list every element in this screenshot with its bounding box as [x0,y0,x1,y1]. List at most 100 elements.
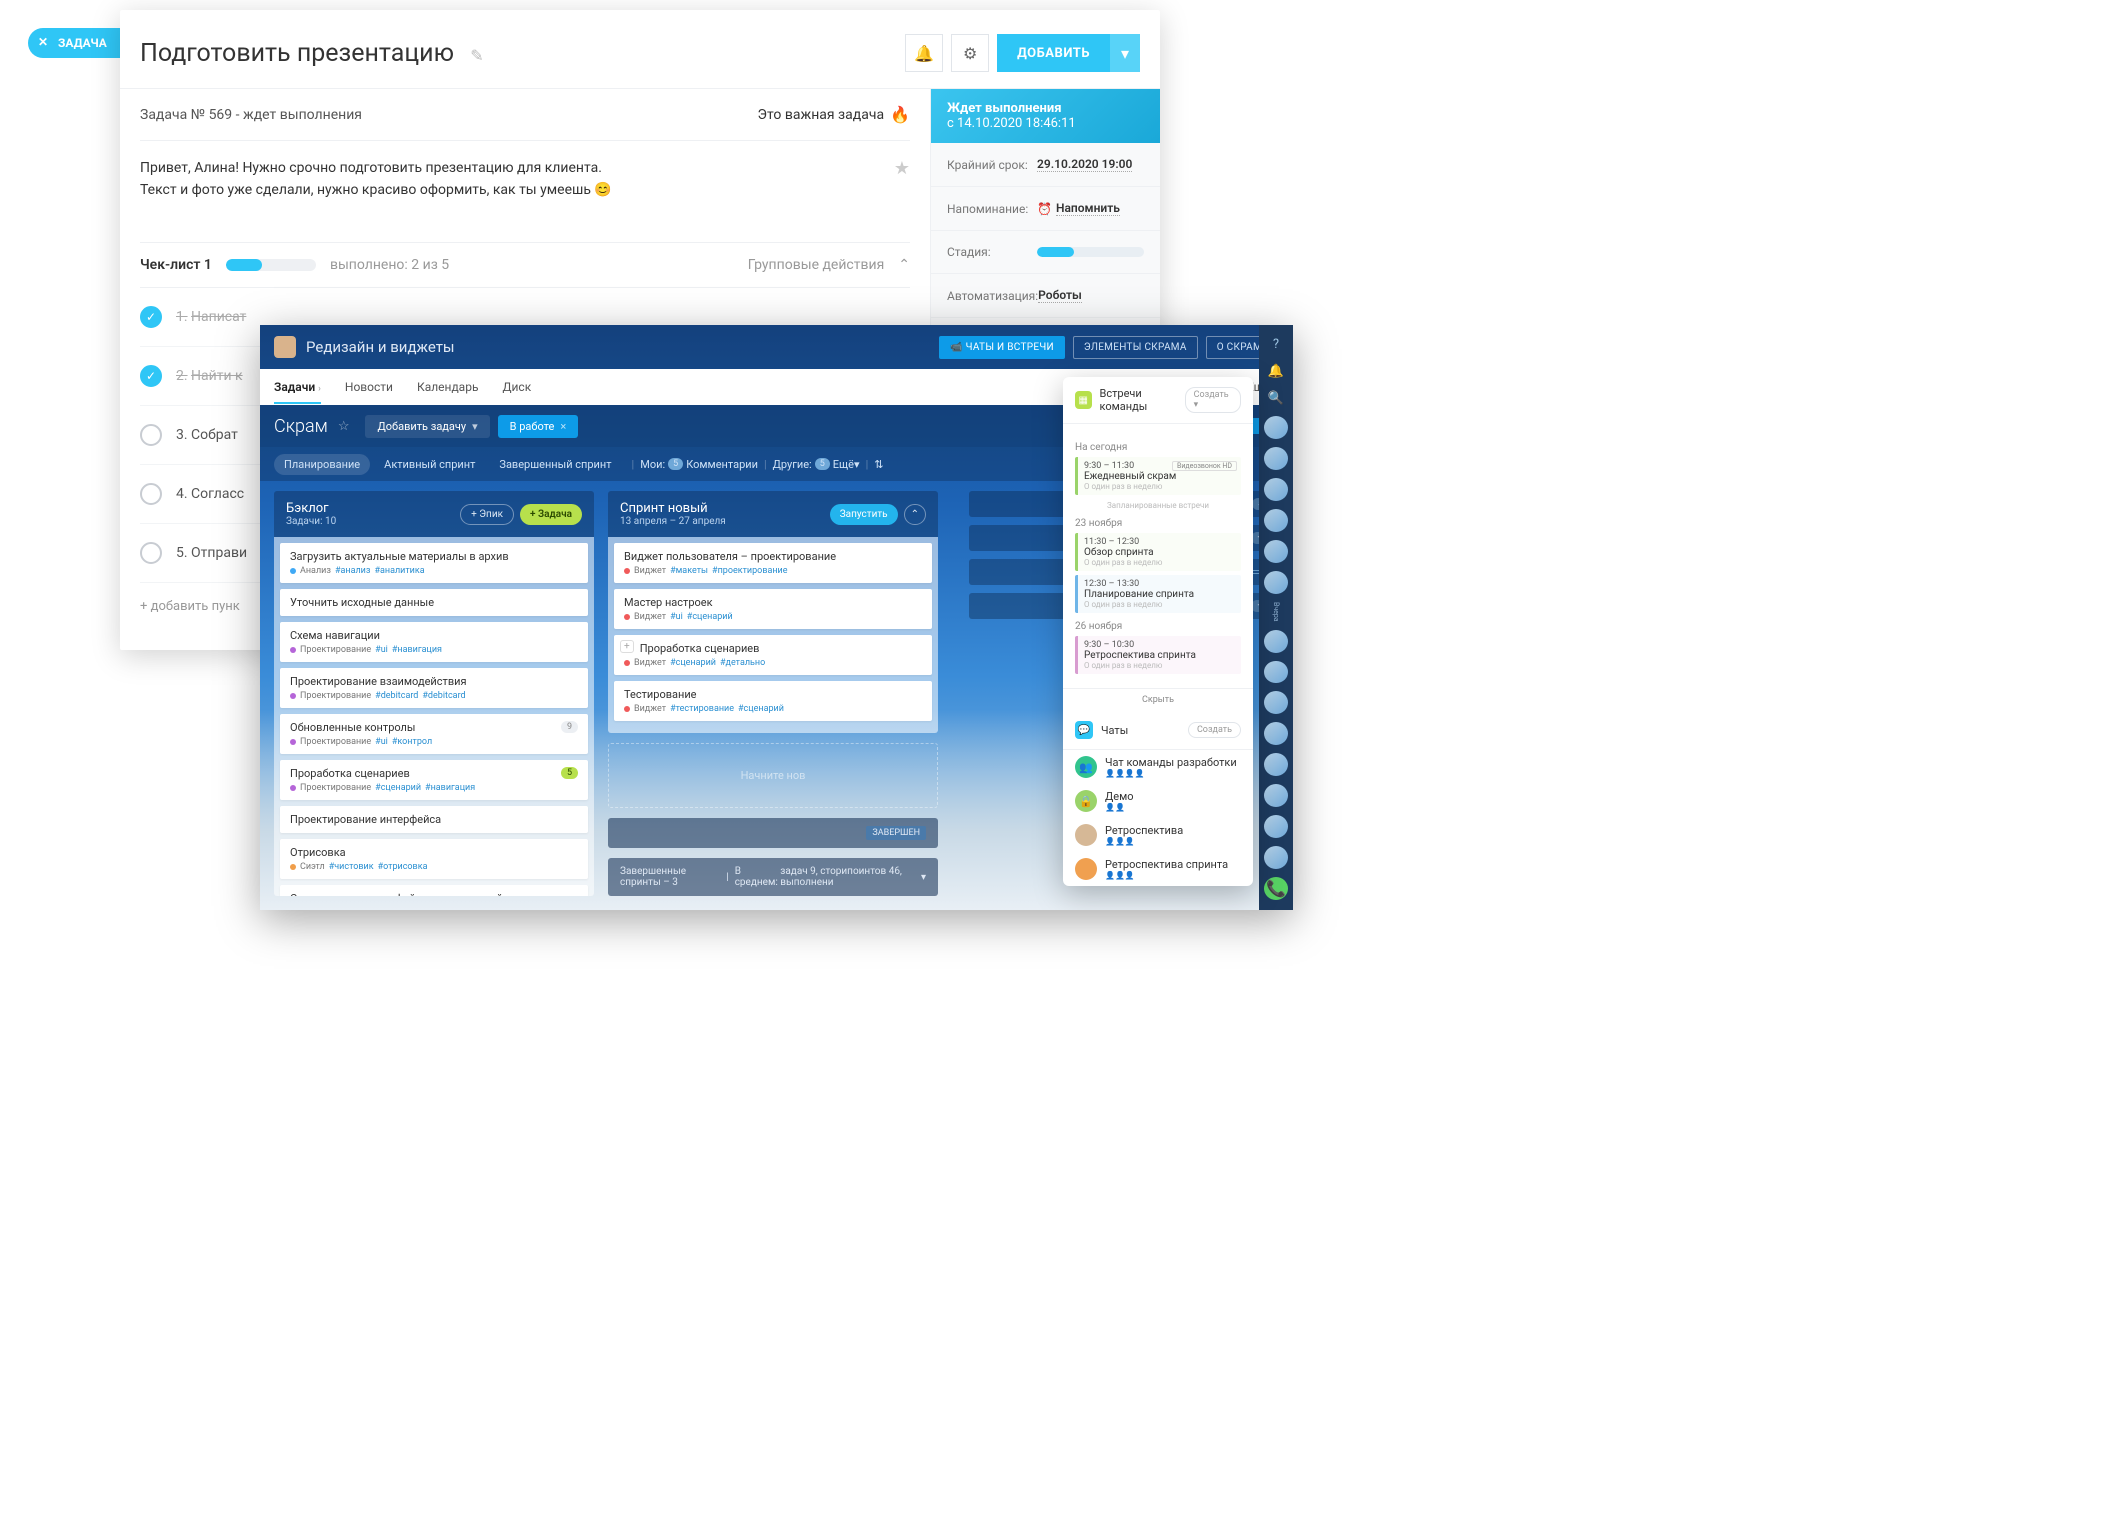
search-icon[interactable]: 🔍 [1266,389,1286,408]
gear-icon[interactable]: ⚙ [951,34,989,72]
add-button[interactable]: ДОБАВИТЬ [997,34,1110,72]
filter-planning[interactable]: Планирование [274,454,370,475]
star-icon[interactable]: ☆ [338,419,350,434]
project-title: Редизайн и виджеты [306,338,455,356]
avatar[interactable] [1264,447,1288,470]
add-task-button[interactable]: Добавить задачу ▾ [365,415,489,438]
avatar[interactable] [1264,540,1288,563]
avatar[interactable] [1264,509,1288,532]
scrum-elements-button[interactable]: ЭЛЕМЕНТЫ СКРАМА [1073,336,1198,359]
bell-icon[interactable]: 🔔 [1266,362,1286,381]
task-status-line: Задача № 569 - ждет выполнения Это важна… [140,89,910,141]
avatar[interactable] [1264,784,1288,807]
meeting-item[interactable]: 12:30 – 13:30 Планирование спринта О оди… [1075,575,1241,613]
filter-done-sprint[interactable]: Завершенный спринт [489,454,621,475]
mine-count: 5 [668,458,683,470]
avatar[interactable] [1264,815,1288,838]
task-card[interactable]: ОтрисовкаСиэтл#чистовик#отрисовка [280,839,588,879]
chat-item[interactable]: Ретроспектива спринта👤👤👤 [1063,852,1253,886]
hide-button[interactable]: Скрыть [1063,688,1253,711]
sprint-title: Спринт новый [620,501,726,516]
add-task-button[interactable]: + Задача [520,504,582,525]
check-icon[interactable] [140,542,162,564]
checklist-header: Чек-лист 1 выполнено: 2 из 5 Групповые д… [140,242,910,288]
avatar[interactable] [1264,753,1288,776]
date-label: На сегодня [1075,442,1241,453]
avatar[interactable] [1264,478,1288,501]
task-header: Подготовить презентацию ✎ 🔔 ⚙ ДОБАВИТЬ ▾ [120,10,1160,89]
task-card[interactable]: Проектирование интерфейса [280,806,588,833]
chat-item[interactable]: Ретроспектива👤👤👤 [1063,818,1253,852]
task-card[interactable]: 5Проработка сценариевПроектирование#сцен… [280,760,588,800]
filter-more[interactable]: Ещё [833,458,854,471]
avatar[interactable] [1264,846,1288,869]
add-epic-button[interactable]: + Эпик [460,504,514,525]
calendar-icon: ▦ [1075,391,1092,409]
tab-calendar[interactable]: Календарь [417,370,478,404]
task-tab[interactable]: ✕ ЗАДАЧА [28,28,121,58]
reminder-link[interactable]: Напомнить [1056,201,1120,216]
chat-item[interactable]: 👥Чат команды разработки👤👤👤👤 [1063,750,1253,784]
tab-tasks[interactable]: Задачи › [274,370,321,404]
task-card[interactable]: Уточнить исходные данные [280,589,588,616]
task-card[interactable]: Проектирование взаимодействияПроектирова… [280,668,588,708]
chat-icon: 💬 [1075,721,1093,739]
add-dropdown[interactable]: ▾ [1110,34,1140,72]
check-icon[interactable] [140,483,162,505]
project-logo[interactable] [274,336,296,358]
tab-news[interactable]: Новости [345,370,393,404]
call-icon[interactable]: 📞 [1264,877,1288,900]
planned-label: Запланированные встречи [1075,501,1241,510]
new-sprint-placeholder[interactable]: Начните нов [608,743,938,808]
task-card[interactable]: Схема навигацииПроектирование#ui#навигац… [280,622,588,662]
meeting-item[interactable]: 11:30 – 12:30 Обзор спринта О один раз в… [1075,533,1241,571]
bell-icon[interactable]: 🔔 [905,34,943,72]
sprint-collapse[interactable]: ⌃ [904,504,926,525]
important-label: Это важная задача [758,107,885,123]
task-card[interactable]: 9Обновленные контролыПроектирование#ui#к… [280,714,588,754]
meeting-item[interactable]: 9:30 – 10:30 Ретроспектива спринта О оди… [1075,636,1241,674]
avatar[interactable] [1264,691,1288,714]
avatar-rail: ? 🔔 🔍 Вчера 📞 [1259,325,1293,910]
check-icon[interactable]: ✓ [140,365,162,387]
task-card[interactable]: Мастер настроекВиджет#ui#сценарий [614,589,932,629]
tab-disk[interactable]: Диск [502,370,531,404]
checklist-title: Чек-лист 1 [140,257,212,273]
task-card[interactable]: Согласование интерфейсов и взаимодействи… [280,885,588,896]
automation-link[interactable]: Роботы [1038,288,1082,303]
group-actions-link[interactable]: Групповые действия [748,257,885,273]
create-meeting-button[interactable]: Создать ▾ [1185,387,1241,413]
task-card[interactable]: Загрузить актуальные материалы в архивАн… [280,543,588,583]
chevron-up-icon[interactable]: ⌃ [898,257,910,273]
lock-icon: 🔒 [1075,790,1097,812]
check-icon[interactable] [140,424,162,446]
chats-meetings-button[interactable]: 📹 ЧАТЫ И ВСТРЕЧИ [939,336,1065,359]
finished-sprints-summary[interactable]: Завершенные спринты – 3 | В среднем: зад… [608,858,938,896]
sprint-body[interactable]: Виджет пользователя – проектированиеВидж… [608,537,938,733]
create-chat-button[interactable]: Создать [1188,722,1241,738]
task-card[interactable]: Виджет пользователя – проектированиеВидж… [614,543,932,583]
task-card[interactable]: +Проработка сценариевВиджет#сценарий#дет… [614,635,932,675]
backlog-body[interactable]: Загрузить актуальные материалы в архивАн… [274,537,594,896]
task-card[interactable]: ТестированиеВиджет#тестирование#сценарий [614,681,932,721]
check-icon[interactable]: ✓ [140,306,162,328]
in-work-filter[interactable]: В работе × [498,415,579,438]
close-icon[interactable]: ✕ [38,35,48,49]
run-sprint-button[interactable]: Запустить [830,504,898,525]
avatar[interactable] [1264,630,1288,653]
task-description: ★ Привет, Алина! Нужно срочно подготовит… [140,141,910,242]
pencil-icon[interactable]: ✎ [470,46,483,65]
meeting-item[interactable]: Видеозвонок HD 9:30 – 11:30 Ежедневный с… [1075,457,1241,495]
deadline-value[interactable]: 29.10.2020 19:00 [1037,157,1132,172]
star-icon[interactable]: ★ [894,155,910,184]
avatar[interactable] [1264,661,1288,684]
chat-item[interactable]: 🔒Демо👤👤 [1063,784,1253,818]
sort-icon[interactable]: ⇅ [874,458,883,471]
avatar[interactable] [1264,722,1288,745]
help-icon[interactable]: ? [1266,335,1286,354]
filter-comments[interactable]: Комментарии [686,458,758,471]
avatar[interactable] [1264,571,1288,594]
filter-active-sprint[interactable]: Активный спринт [374,454,485,475]
finished-sprints-bar[interactable]: ЗАВЕРШЕН [608,818,938,848]
avatar[interactable] [1264,416,1288,439]
